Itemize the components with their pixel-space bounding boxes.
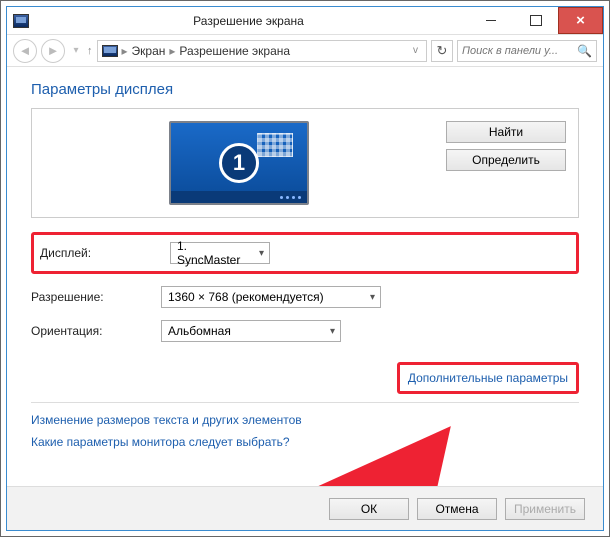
window-title: Разрешение экрана — [29, 14, 468, 28]
chevron-right-icon: ▸ — [122, 44, 128, 58]
apply-button[interactable]: Применить — [505, 498, 585, 520]
find-button[interactable]: Найти — [446, 121, 566, 143]
search-icon[interactable]: 🔍 — [577, 44, 592, 58]
back-button[interactable]: ◄ — [13, 39, 37, 63]
footer: ОК Отмена Применить — [7, 486, 603, 530]
crumb-screen[interactable]: Экран — [132, 44, 166, 58]
resolution-select[interactable]: 1360 × 768 (рекомендуется) — [161, 286, 381, 308]
display-preview: 1 Найти Определить — [31, 108, 579, 218]
advanced-settings-link[interactable]: Дополнительные параметры — [408, 371, 568, 385]
navbar: ◄ ► ▾ ↑ ▸ Экран ▸ Разрешение экрана v ↻ … — [7, 35, 603, 67]
search-box[interactable]: 🔍 — [457, 40, 597, 62]
refresh-button[interactable]: ↻ — [431, 40, 453, 62]
page-title: Параметры дисплея — [31, 81, 579, 98]
monitor-number: 1 — [219, 143, 259, 183]
search-input[interactable] — [462, 45, 577, 57]
which-monitor-link[interactable]: Какие параметры монитора следует выбрать… — [31, 435, 579, 449]
orientation-select[interactable]: Альбомная — [161, 320, 341, 342]
monitor-thumbnail[interactable]: 1 — [169, 121, 309, 205]
close-button[interactable]: × — [558, 7, 603, 34]
identify-button[interactable]: Определить — [446, 149, 566, 171]
chevron-right-icon: ▸ — [169, 44, 175, 58]
crumb-resolution[interactable]: Разрешение экрана — [179, 44, 290, 58]
text-size-link[interactable]: Изменение размеров текста и других элеме… — [31, 413, 579, 427]
forward-button[interactable]: ► — [41, 39, 65, 63]
ok-button[interactable]: ОК — [329, 498, 409, 520]
breadcrumb-dropdown[interactable]: v — [409, 45, 422, 56]
monitor-icon — [102, 45, 118, 57]
resolution-label: Разрешение: — [31, 290, 161, 304]
display-select[interactable]: 1. SyncMaster — [170, 242, 270, 264]
display-label: Дисплей: — [40, 246, 170, 260]
orientation-label: Ориентация: — [31, 324, 161, 338]
app-icon — [13, 14, 29, 28]
up-button[interactable]: ↑ — [87, 45, 93, 57]
divider — [31, 402, 579, 403]
maximize-button[interactable] — [513, 7, 558, 34]
highlight-advanced-link: Дополнительные параметры — [397, 362, 579, 394]
content: Параметры дисплея 1 Найти Определить — [7, 67, 603, 486]
minimize-button[interactable] — [468, 7, 513, 34]
titlebar: Разрешение экрана × — [7, 7, 603, 35]
highlight-display-row: Дисплей: 1. SyncMaster — [31, 232, 579, 274]
breadcrumb[interactable]: ▸ Экран ▸ Разрешение экрана v — [97, 40, 428, 62]
history-dropdown[interactable]: ▾ — [69, 45, 83, 56]
cancel-button[interactable]: Отмена — [417, 498, 497, 520]
window: Разрешение экрана × ◄ ► ▾ ↑ ▸ Экран ▸ Ра… — [6, 6, 604, 531]
taskbar-preview — [171, 191, 307, 203]
